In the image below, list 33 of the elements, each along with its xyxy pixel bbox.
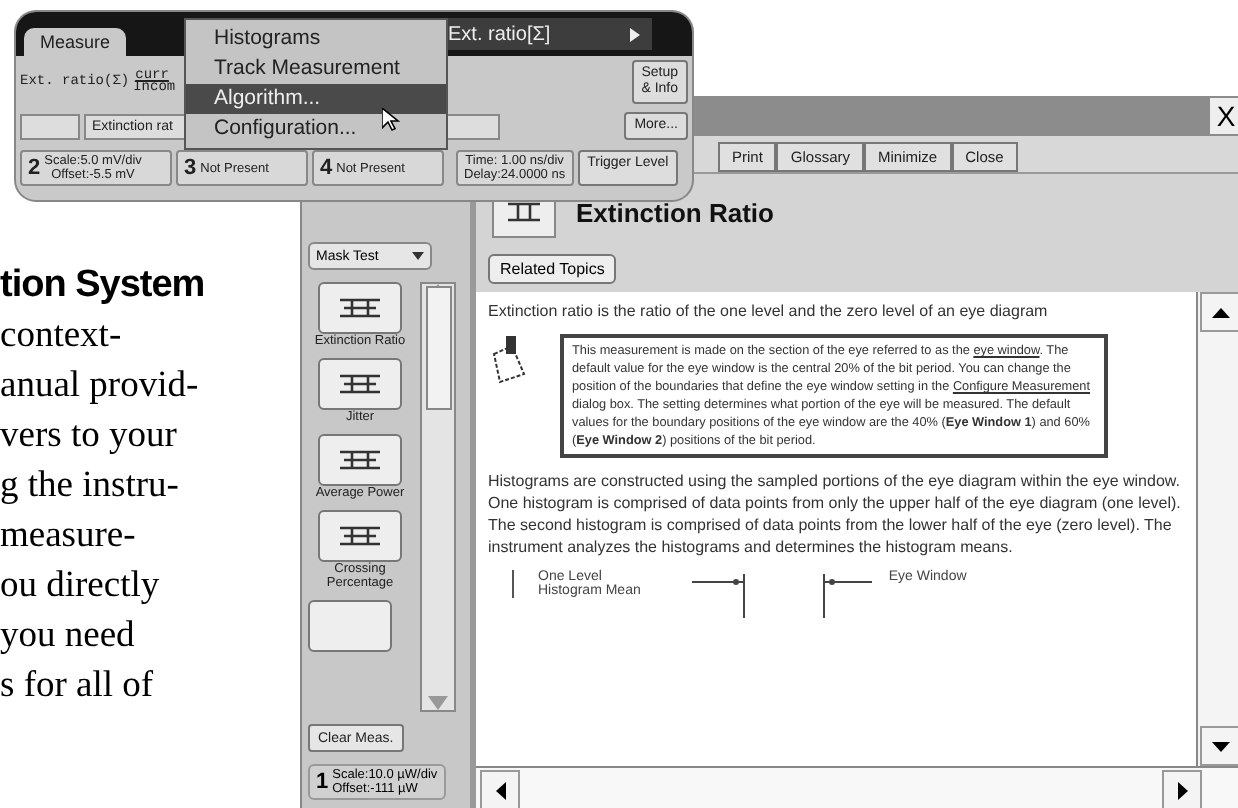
cursor-icon	[382, 108, 400, 132]
submenu-arrow-icon	[630, 27, 640, 41]
down-arrow-icon	[1211, 741, 1229, 751]
body-paragraph: Histograms are constructed using the sampled portions of the eye diagram within the eye window. One histogram is comprised of data points from only the upper half of the eye diagram (one level). The second histogram is comprised of data points from the lower half of the eye (zero level). The instrument analyzes the histograms and determines the histogram means.	[488, 470, 1183, 558]
menu-item[interactable]: Track Measurement	[186, 54, 446, 84]
scroll-right-button[interactable]	[1162, 770, 1202, 808]
channel-field[interactable]	[20, 113, 80, 139]
dropdown-arrow-icon	[412, 252, 424, 260]
menu-item[interactable]: Algorithm...	[186, 84, 446, 114]
eye-measure-icon	[336, 446, 384, 474]
intro-paragraph: Extinction ratio is the ratio of the one level and the zero level of an eye diagram	[488, 300, 1050, 322]
scroll-left-button[interactable]	[480, 770, 520, 808]
measure-tab[interactable]: Measure	[24, 28, 127, 56]
eye-measure-icon	[336, 522, 384, 550]
vertical-scrollbar[interactable]	[1196, 292, 1238, 766]
scroll-up-button[interactable]	[1200, 292, 1238, 332]
menu-item[interactable]: Configuration...	[186, 114, 446, 144]
eye-measure-icon	[336, 370, 384, 398]
scrollbar[interactable]	[420, 282, 456, 712]
right-arrow-icon	[1177, 781, 1187, 799]
measurement-tool-button[interactable]	[308, 600, 392, 652]
horizontal-scrollbar[interactable]	[476, 766, 1238, 808]
left-arrow-icon	[495, 781, 505, 799]
topic-title: Extinction Ratio	[576, 197, 774, 227]
related-topics-button[interactable]: Related Topics	[488, 254, 617, 284]
section-heading: tion System	[0, 262, 207, 310]
body-paragraph: context- anual provid- vers to your g the instru- measure- ou directly you need s for all of	[0, 314, 201, 710]
down-arrow-icon	[428, 696, 448, 710]
scroll-down-button[interactable]	[1200, 726, 1238, 766]
scroll-thumb[interactable]	[425, 285, 451, 409]
eye-measure-icon	[336, 294, 384, 322]
window-close-button[interactable]: X	[1210, 98, 1238, 134]
up-arrow-icon	[1211, 307, 1229, 317]
